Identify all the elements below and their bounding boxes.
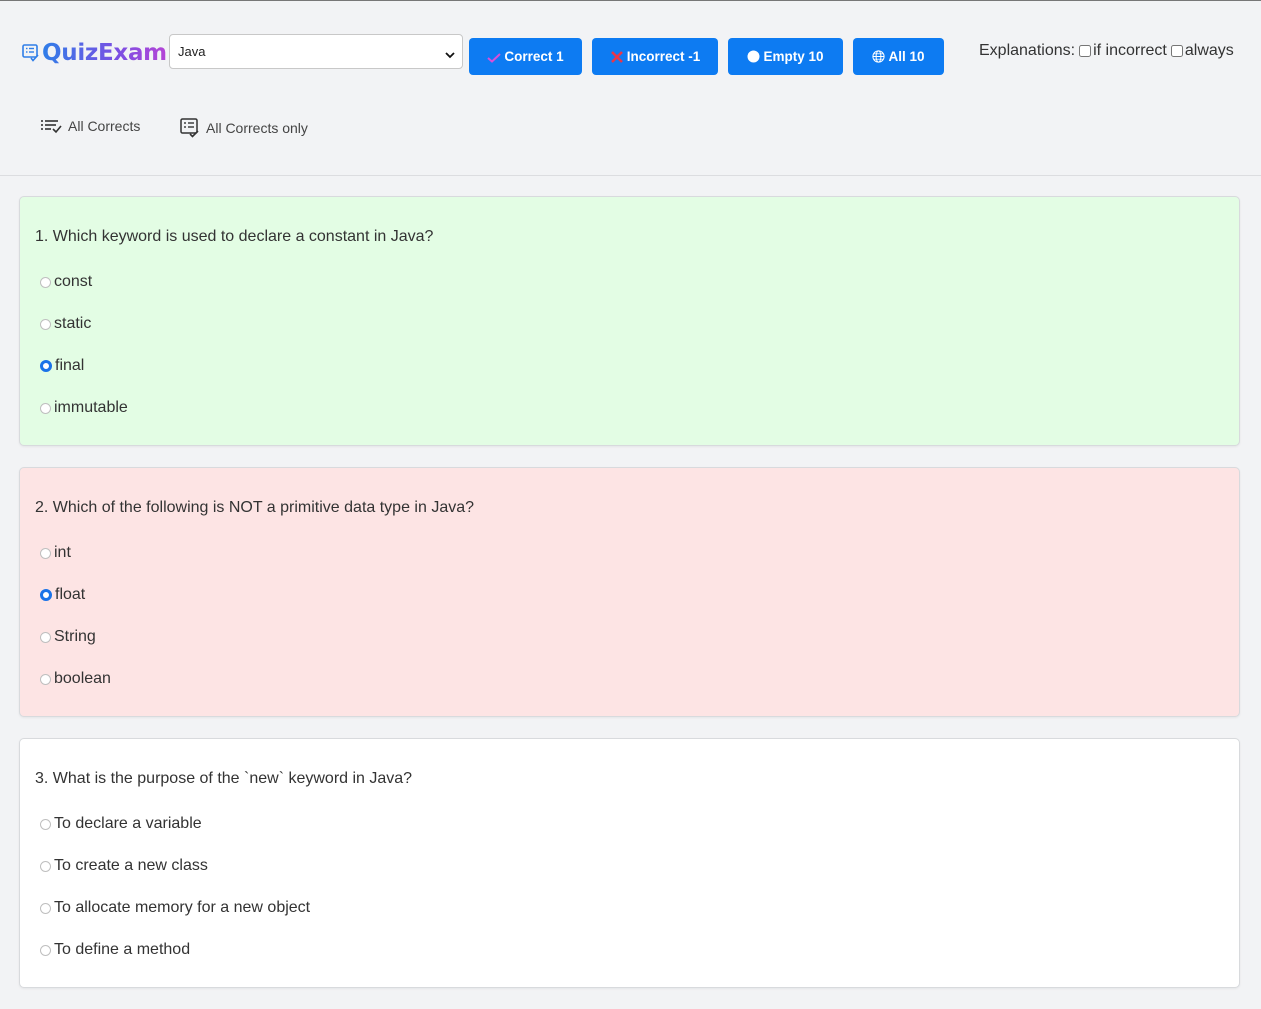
all-corrects-only-button[interactable]: All Corrects only [180, 118, 308, 138]
answer-label: float [55, 586, 86, 603]
all-corrects-only-label: All Corrects only [206, 120, 308, 136]
filter-all-label: All 10 [888, 49, 925, 64]
filter-empty-button[interactable]: Empty 10 [728, 38, 843, 75]
if-incorrect-checkbox[interactable] [1079, 45, 1092, 57]
radio-button[interactable] [40, 276, 51, 288]
answer-option[interactable]: const [40, 273, 92, 291]
subject-select[interactable]: Java [169, 34, 463, 69]
radio-button[interactable] [40, 589, 52, 601]
globe-icon [872, 50, 886, 63]
filter-correct-button[interactable]: Correct 1 [469, 38, 582, 75]
question-text: 1. Which keyword is used to declare a co… [35, 228, 434, 245]
subject-select-wrapper: Java [169, 34, 463, 69]
answer-option[interactable]: int [40, 544, 71, 562]
radio-button[interactable] [40, 818, 51, 830]
answer-option[interactable]: float [40, 586, 85, 604]
quiz-list-icon [22, 44, 40, 62]
answer-option[interactable]: String [40, 628, 96, 646]
question-card: 1. Which keyword is used to declare a co… [19, 196, 1240, 446]
radio-button[interactable] [40, 360, 52, 372]
answer-label: To create a new class [54, 857, 208, 874]
checkmark-icon [487, 51, 502, 63]
answer-option[interactable]: static [40, 315, 91, 333]
answer-label: To declare a variable [54, 815, 202, 832]
explanations-options: Explanations: if incorrect always [979, 42, 1234, 60]
answer-option[interactable]: immutable [40, 399, 128, 417]
all-corrects-label: All Corrects [68, 118, 141, 134]
answer-label: To allocate memory for a new object [54, 899, 311, 916]
question-text: 2. Which of the following is NOT a primi… [35, 499, 475, 516]
filter-empty-label: Empty 10 [763, 49, 824, 64]
answer-option[interactable]: To declare a variable [40, 815, 202, 833]
app-title: QuizExam [42, 40, 167, 66]
circle-icon [747, 50, 760, 63]
filter-incorrect-label: Incorrect -1 [626, 49, 701, 64]
answer-option[interactable]: To allocate memory for a new object [40, 899, 310, 917]
answer-label: To define a method [54, 941, 191, 958]
filter-incorrect-button[interactable]: Incorrect -1 [592, 38, 718, 75]
radio-button[interactable] [40, 944, 51, 956]
all-corrects-button[interactable]: All Corrects [40, 118, 140, 134]
cross-icon [610, 50, 624, 64]
question-card: 2. Which of the following is NOT a primi… [19, 467, 1240, 717]
radio-button[interactable] [40, 673, 51, 685]
question-text: 3. What is the purpose of the `new` keyw… [35, 770, 413, 787]
answer-option[interactable]: To define a method [40, 941, 190, 959]
answer-label: boolean [54, 670, 111, 687]
radio-button[interactable] [40, 547, 51, 559]
always-label[interactable]: always [1185, 42, 1234, 60]
question-card: 3. What is the purpose of the `new` keyw… [19, 738, 1240, 988]
answer-option[interactable]: boolean [40, 670, 111, 688]
filter-correct-label: Correct 1 [504, 49, 564, 64]
explanations-label: Explanations: [979, 42, 1076, 59]
answer-label: String [54, 628, 96, 645]
answer-label: final [55, 357, 85, 374]
answer-label: int [54, 544, 71, 561]
filter-all-button[interactable]: All 10 [853, 38, 944, 75]
radio-button[interactable] [40, 402, 51, 414]
answer-label: static [54, 315, 92, 332]
answer-label: const [54, 273, 93, 290]
always-checkbox[interactable] [1170, 45, 1183, 57]
radio-button[interactable] [40, 318, 51, 330]
if-incorrect-label[interactable]: if incorrect [1093, 42, 1167, 60]
answer-label: immutable [54, 399, 128, 416]
radio-button[interactable] [40, 860, 51, 872]
radio-button[interactable] [40, 902, 51, 914]
answer-option[interactable]: final [40, 357, 84, 375]
radio-button[interactable] [40, 631, 51, 643]
checklist-icon [40, 118, 62, 134]
app-logo[interactable]: QuizExam [22, 37, 167, 69]
answer-option[interactable]: To create a new class [40, 857, 208, 875]
checklist-box-icon [180, 118, 200, 138]
toolbar: QuizExam Java Correct 1 Incorrect -1 Emp… [0, 1, 1261, 176]
